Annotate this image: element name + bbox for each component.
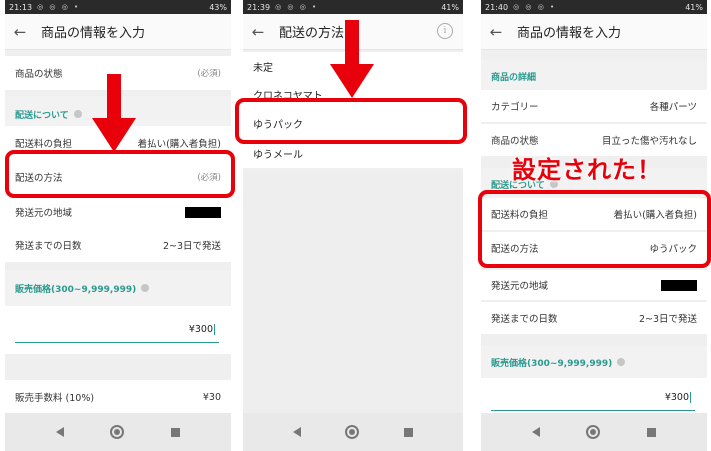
android-nav-bar bbox=[481, 413, 707, 451]
shipping-days-label: 発送までの日数 bbox=[491, 314, 558, 325]
battery-level: 43% bbox=[209, 2, 227, 12]
commission-label: 販売手数料 (10%) bbox=[15, 393, 95, 404]
category-label: カテゴリー bbox=[491, 102, 539, 113]
text-caret bbox=[214, 323, 215, 335]
shipping-days-value: 2~3日で発送 bbox=[638, 314, 697, 325]
option-label: 未定 bbox=[253, 62, 273, 74]
back-arrow-icon[interactable]: ← bbox=[243, 23, 273, 41]
price-input[interactable]: ¥300 bbox=[15, 316, 219, 343]
shipping-days-value: 2~3日で発送 bbox=[162, 241, 221, 252]
status-bar: 21:13 ◎ ◎ ◎ • 43% bbox=[5, 0, 231, 14]
nav-home-icon[interactable] bbox=[345, 425, 360, 439]
nav-recent-icon[interactable] bbox=[646, 427, 656, 437]
shipping-days-row[interactable]: 発送までの日数 2~3日で発送 bbox=[481, 302, 707, 334]
status-bar: 21:39 ◎ ◎ ◎ • 41% bbox=[243, 0, 463, 14]
help-icon[interactable] bbox=[617, 358, 626, 366]
app-bar: ← 商品の情報を入力 bbox=[5, 14, 231, 50]
price-section-label: 販売価格(300~9,999,999) bbox=[15, 284, 137, 295]
price-section-header: 販売価格(300~9,999,999) bbox=[481, 346, 707, 378]
nav-home-icon[interactable] bbox=[586, 425, 601, 439]
nav-recent-icon[interactable] bbox=[403, 427, 413, 437]
screen-item-input-1: 21:13 ◎ ◎ ◎ • 43% ← 商品の情報を入力 商品の状態 (必須) … bbox=[5, 0, 231, 451]
highlight-yu-pack-option bbox=[235, 98, 467, 144]
nav-back-icon[interactable] bbox=[56, 427, 65, 437]
price-input-value: ¥300 bbox=[664, 391, 689, 403]
price-section-header: 販売価格(300~9,999,999) bbox=[5, 270, 231, 306]
nav-back-icon[interactable] bbox=[532, 427, 541, 437]
battery-level: 41% bbox=[685, 2, 703, 12]
android-nav-bar bbox=[5, 413, 231, 451]
origin-region-row[interactable]: 発送元の地域 bbox=[481, 270, 707, 300]
shipping-days-row[interactable]: 発送までの日数 2~3日で発送 bbox=[5, 228, 231, 262]
commission-row: 販売手数料 (10%) ¥30 bbox=[5, 380, 231, 414]
notification-icons: ◎ ◎ ◎ • bbox=[513, 3, 557, 11]
origin-region-row[interactable]: 発送元の地域 bbox=[5, 196, 231, 228]
redacted-value bbox=[185, 206, 221, 218]
highlight-shipping-method bbox=[5, 150, 235, 198]
empty-area bbox=[243, 172, 463, 413]
status-time: 21:39 bbox=[247, 2, 271, 12]
help-icon[interactable] bbox=[73, 110, 82, 118]
page-title: 商品の情報を入力 bbox=[41, 26, 146, 41]
battery-level: 41% bbox=[441, 2, 459, 12]
app-bar: ← 商品の情報を入力 bbox=[481, 14, 707, 50]
page-title: 商品の情報を入力 bbox=[517, 26, 622, 41]
set-callout-text: 設定された！ bbox=[512, 156, 662, 184]
details-section-label: 商品の詳細 bbox=[491, 72, 537, 83]
condition-value: (必須) bbox=[197, 69, 221, 79]
category-value: 各種パーツ bbox=[649, 102, 697, 113]
origin-region-label: 発送元の地域 bbox=[15, 208, 73, 219]
option-label: ゆうメール bbox=[253, 149, 303, 161]
price-input[interactable]: ¥300 bbox=[491, 384, 695, 411]
commission-value: ¥30 bbox=[202, 391, 221, 403]
highlight-shipping-settings bbox=[478, 190, 711, 268]
help-icon[interactable] bbox=[141, 284, 150, 292]
shipping-section-label: 配送について bbox=[15, 110, 69, 121]
info-icon[interactable]: i bbox=[437, 23, 453, 39]
shipping-fee-value: 着払い(購入者負担) bbox=[137, 139, 221, 150]
origin-region-label: 発送元の地域 bbox=[491, 281, 549, 292]
condition-label: 商品の状態 bbox=[15, 69, 63, 80]
price-row: ¥300 bbox=[5, 306, 231, 354]
nav-back-icon[interactable] bbox=[293, 427, 302, 437]
price-input-value: ¥300 bbox=[188, 323, 213, 335]
condition-label: 商品の状態 bbox=[491, 136, 539, 147]
status-bar: 21:40 ◎ ◎ ◎ • 41% bbox=[481, 0, 707, 14]
down-arrow-annotation bbox=[330, 20, 374, 98]
nav-recent-icon[interactable] bbox=[170, 427, 180, 437]
back-arrow-icon[interactable]: ← bbox=[481, 23, 511, 41]
notification-icons: ◎ ◎ ◎ • bbox=[275, 3, 319, 11]
condition-value: 目立った傷や汚れなし bbox=[601, 136, 697, 147]
back-arrow-icon[interactable]: ← bbox=[5, 23, 35, 41]
text-caret bbox=[690, 391, 691, 403]
shipping-fee-label: 配送料の負担 bbox=[15, 139, 73, 150]
price-row: ¥300 bbox=[481, 378, 707, 414]
price-section-label: 販売価格(300~9,999,999) bbox=[491, 358, 613, 369]
android-nav-bar bbox=[243, 413, 463, 451]
status-time: 21:13 bbox=[9, 2, 33, 12]
status-time: 21:40 bbox=[485, 2, 509, 12]
shipping-days-label: 発送までの日数 bbox=[15, 241, 82, 252]
details-section-header: 商品の詳細 bbox=[481, 60, 707, 92]
down-arrow-annotation bbox=[92, 74, 136, 152]
redacted-value bbox=[661, 279, 697, 291]
notification-icons: ◎ ◎ ◎ • bbox=[37, 3, 81, 11]
nav-home-icon[interactable] bbox=[110, 425, 125, 439]
category-row[interactable]: カテゴリー 各種パーツ bbox=[481, 90, 707, 122]
